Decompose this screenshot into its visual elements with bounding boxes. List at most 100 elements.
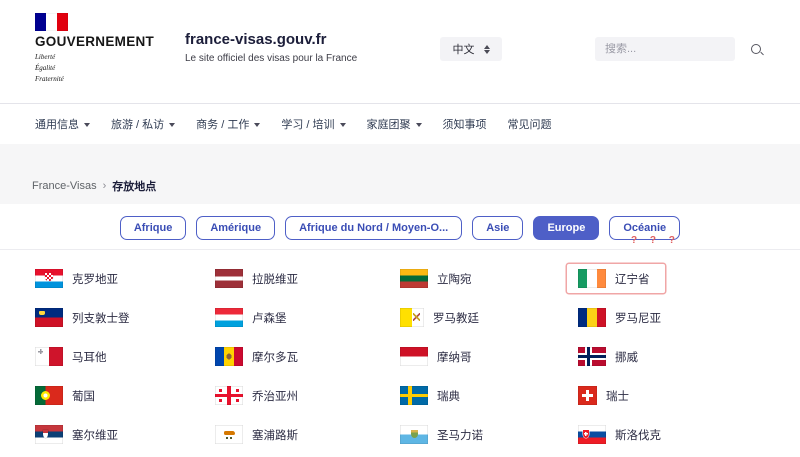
nav-item-label: 商务 / 工作 [196, 116, 249, 132]
country-label: 瑞典 [437, 388, 460, 404]
annotation-question-marks: ? ? ? [631, 235, 680, 246]
holy-see-flag-icon [400, 308, 424, 327]
country-item-portugal[interactable]: 葡国 [35, 376, 215, 415]
nav-item-label: 学习 / 培训 [281, 116, 334, 132]
main-nav: 通用信息 旅游 / 私访 商务 / 工作 学习 / 培训 家庭团聚 须知事项 常见问题 [0, 104, 800, 144]
country-label: 挪威 [615, 349, 638, 365]
nav-item-label: 常见问题 [508, 116, 552, 132]
nav-item-0[interactable]: 通用信息 [35, 116, 90, 132]
site-title-block: france-visas.gouv.fr Le site officiel de… [185, 31, 357, 64]
norway-flag-icon [578, 347, 606, 366]
latvia-flag-icon [215, 269, 243, 288]
luxembourg-flag-icon [215, 308, 243, 327]
nav-item-4[interactable]: 家庭团聚 [367, 116, 422, 132]
logo-motto: Liberté Égalité Fraternité [35, 52, 154, 85]
france-visas-page: GOUVERNEMENT Liberté Égalité Fraternité … [0, 0, 800, 457]
chevron-down-icon [340, 123, 346, 127]
tab-afrique[interactable]: Afrique [120, 216, 187, 240]
liechtenstein-flag-icon [35, 308, 63, 327]
country-item-romania[interactable]: 罗马尼亚 [578, 298, 748, 337]
country-item-georgia[interactable]: 乔治亚州 [215, 376, 400, 415]
country-item-ireland[interactable]: 辽宁省 [567, 264, 665, 293]
motto-line: Fraternité [35, 74, 154, 85]
chevron-down-icon [169, 123, 175, 127]
nav-item-3[interactable]: 学习 / 培训 [281, 116, 345, 132]
country-item-slovakia[interactable]: 斯洛伐克 [578, 415, 748, 454]
country-item-san-marino[interactable]: 圣马力诺 [400, 415, 578, 454]
country-grid: 克罗地亚 拉脱维亚 立陶宛 辽宁省列支敦士登 卢森堡 罗马教廷 罗马尼亚马耳他摩尔多瓦 摩纳哥… [35, 259, 748, 454]
site-subtitle: Le site officiel des visas pour la Franc… [185, 53, 357, 64]
tab-europe[interactable]: Europe [533, 216, 599, 240]
tabs-divider [0, 249, 800, 250]
country-label: 罗马尼亚 [615, 310, 661, 326]
monaco-flag-icon [400, 347, 428, 366]
tab-asie[interactable]: Asie [472, 216, 523, 240]
search-icon[interactable] [751, 44, 761, 54]
breadcrumb-band: France-Visas › 存放地点 [0, 144, 800, 204]
croatia-flag-icon [35, 269, 63, 288]
country-item-liechtenstein[interactable]: 列支敦士登 [35, 298, 215, 337]
nav-item-5[interactable]: 须知事项 [443, 116, 487, 132]
sort-arrows-icon [484, 45, 490, 54]
language-select[interactable]: 中文 [440, 37, 502, 61]
serbia-flag-icon [35, 425, 63, 444]
country-item-holy-see[interactable]: 罗马教廷 [400, 298, 578, 337]
nav-item-label: 须知事项 [443, 116, 487, 132]
country-item-luxembourg[interactable]: 卢森堡 [215, 298, 400, 337]
nav-item-label: 家庭团聚 [367, 116, 411, 132]
malta-flag-icon [35, 347, 63, 366]
logo-brand-text: GOUVERNEMENT [35, 34, 154, 49]
sweden-flag-icon [400, 386, 428, 405]
gouvernement-logo[interactable]: GOUVERNEMENT Liberté Égalité Fraternité [35, 13, 154, 85]
french-flag-icon [35, 13, 68, 31]
ireland-flag-icon [578, 269, 606, 288]
nav-item-1[interactable]: 旅游 / 私访 [111, 116, 175, 132]
country-label: 瑞士 [606, 388, 629, 404]
country-item-lithuania[interactable]: 立陶宛 [400, 259, 578, 298]
country-label: 圣马力诺 [437, 427, 483, 443]
switzerland-flag-icon [578, 386, 597, 405]
country-label: 罗马教廷 [433, 310, 479, 326]
country-label: 列支敦士登 [72, 310, 130, 326]
chevron-down-icon [84, 123, 90, 127]
country-item-croatia[interactable]: 克罗地亚 [35, 259, 215, 298]
breadcrumb-home-link[interactable]: France-Visas [32, 180, 97, 192]
country-item-moldova[interactable]: 摩尔多瓦 [215, 337, 400, 376]
romania-flag-icon [578, 308, 606, 327]
country-item-latvia[interactable]: 拉脱维亚 [215, 259, 400, 298]
site-title[interactable]: france-visas.gouv.fr [185, 31, 357, 48]
search-input[interactable] [595, 43, 751, 55]
country-label: 塞尔维亚 [72, 427, 118, 443]
nav-item-label: 通用信息 [35, 116, 79, 132]
country-label: 卢森堡 [252, 310, 287, 326]
country-item-cyprus[interactable]: 塞浦路斯 [215, 415, 400, 454]
country-label: 拉脱维亚 [252, 271, 298, 287]
nav-item-label: 旅游 / 私访 [111, 116, 164, 132]
chevron-down-icon [416, 123, 422, 127]
motto-line: Égalité [35, 63, 154, 74]
nav-item-2[interactable]: 商务 / 工作 [196, 116, 260, 132]
slovakia-flag-icon [578, 425, 606, 444]
san-marino-flag-icon [400, 425, 428, 444]
language-label: 中文 [453, 41, 475, 57]
cyprus-flag-icon [215, 425, 243, 444]
portugal-flag-icon [35, 386, 63, 405]
breadcrumb: France-Visas › 存放地点 [32, 178, 156, 194]
georgia-flag-icon [215, 386, 243, 405]
country-item-norway[interactable]: 挪威 [578, 337, 748, 376]
nav-item-6[interactable]: 常见问题 [508, 116, 552, 132]
country-item-serbia[interactable]: 塞尔维亚 [35, 415, 215, 454]
motto-line: Liberté [35, 52, 154, 63]
country-label: 克罗地亚 [72, 271, 118, 287]
tab-afrique-du-nord-moyen-o[interactable]: Afrique du Nord / Moyen-O... [285, 216, 462, 240]
chevron-down-icon [254, 123, 260, 127]
site-header: GOUVERNEMENT Liberté Égalité Fraternité … [0, 0, 800, 104]
tab-am-rique[interactable]: Amérique [196, 216, 275, 240]
country-item-monaco[interactable]: 摩纳哥 [400, 337, 578, 376]
country-label: 立陶宛 [437, 271, 472, 287]
country-item-malta[interactable]: 马耳他 [35, 337, 215, 376]
country-label: 摩纳哥 [437, 349, 472, 365]
country-label: 乔治亚州 [252, 388, 298, 404]
country-item-switzerland[interactable]: 瑞士 [578, 376, 748, 415]
country-item-sweden[interactable]: 瑞典 [400, 376, 578, 415]
